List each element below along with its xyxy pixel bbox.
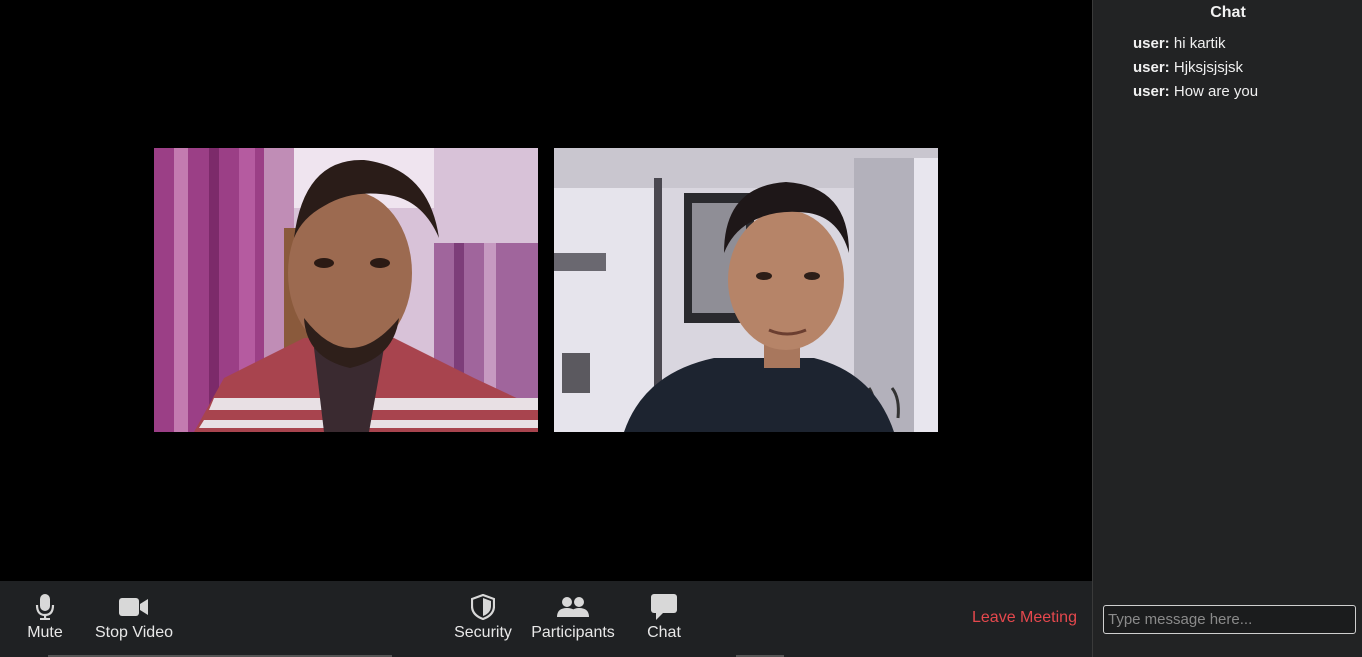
chat-label: Chat bbox=[647, 624, 681, 641]
meeting-toolbar: Mute Stop Video Security Participants Ch… bbox=[0, 581, 1092, 657]
chat-message-text: Hjksjsjsjsk bbox=[1173, 59, 1244, 76]
participant-video-2 bbox=[554, 148, 938, 432]
chat-message: user: Hjksjsjsjsk bbox=[1133, 56, 1353, 80]
stop-video-label: Stop Video bbox=[95, 624, 173, 641]
chat-bubble-icon bbox=[651, 593, 677, 621]
leave-meeting-button[interactable]: Leave Meeting bbox=[972, 609, 1077, 627]
chat-message: user: How are you bbox=[1133, 80, 1353, 104]
security-label: Security bbox=[454, 624, 512, 641]
chat-message-list: user: hi kartik user: Hjksjsjsjsk user: … bbox=[1133, 32, 1353, 104]
participant-2-video-feed bbox=[554, 148, 938, 432]
stop-video-button[interactable]: Stop Video bbox=[93, 593, 175, 642]
video-stage bbox=[0, 0, 1092, 581]
chat-message-text: How are you bbox=[1173, 83, 1259, 100]
participant-1-video-feed bbox=[154, 148, 538, 432]
shield-icon bbox=[471, 593, 495, 621]
security-button[interactable]: Security bbox=[452, 593, 514, 642]
chat-message-input[interactable] bbox=[1103, 605, 1356, 634]
participants-button[interactable]: Participants bbox=[530, 593, 616, 642]
chat-message-sender: user: bbox=[1133, 83, 1170, 100]
microphone-icon bbox=[35, 593, 55, 621]
chat-message: user: hi kartik bbox=[1133, 32, 1353, 56]
chat-button[interactable]: Chat bbox=[642, 593, 686, 642]
chat-message-text: hi kartik bbox=[1173, 35, 1226, 52]
chat-panel: Chat user: hi kartik user: Hjksjsjsjsk u… bbox=[1092, 0, 1362, 657]
people-icon bbox=[557, 593, 589, 621]
video-camera-icon bbox=[119, 593, 149, 621]
chat-panel-title: Chat bbox=[1210, 4, 1246, 21]
chat-message-sender: user: bbox=[1133, 59, 1170, 76]
participant-video-1 bbox=[154, 148, 538, 432]
chat-message-sender: user: bbox=[1133, 35, 1170, 52]
participants-label: Participants bbox=[531, 624, 615, 641]
mute-button[interactable]: Mute bbox=[25, 593, 65, 642]
mute-label: Mute bbox=[27, 624, 63, 641]
meeting-app: Mute Stop Video Security Participants Ch… bbox=[0, 0, 1362, 657]
